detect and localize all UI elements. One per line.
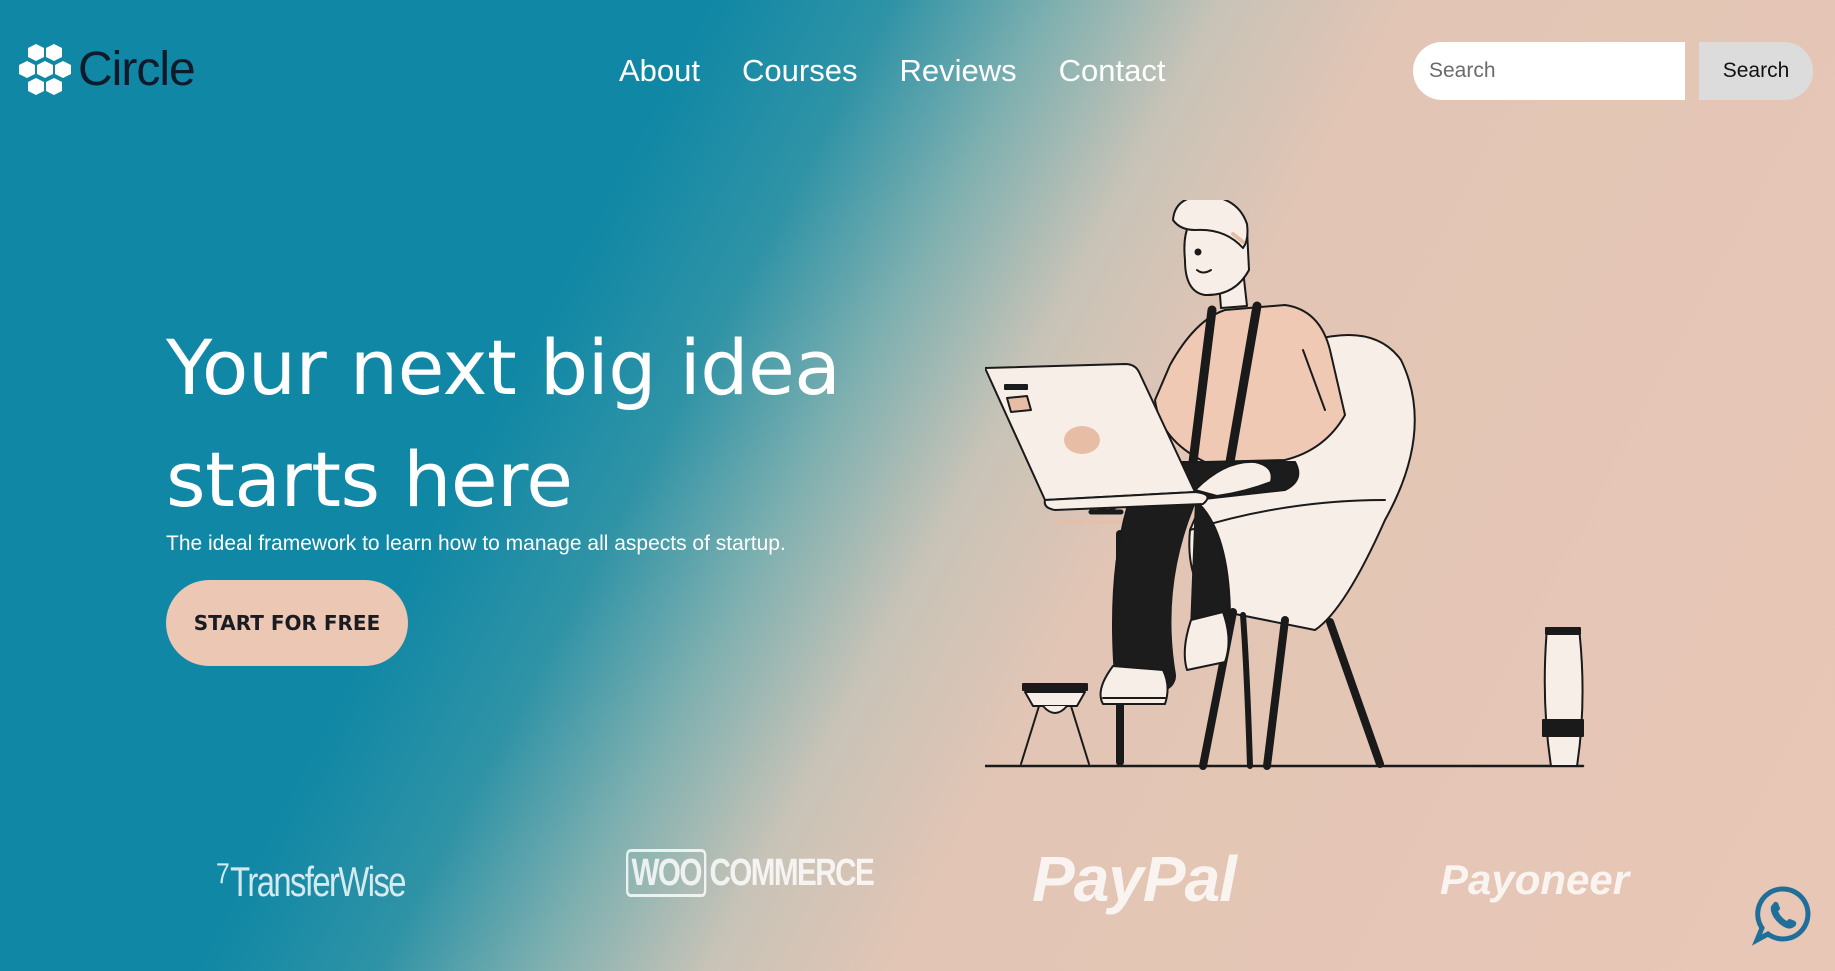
transferwise-flag-icon: ⁷: [216, 851, 230, 907]
site-header: Circle About Courses Reviews Contact Sea…: [0, 0, 1835, 140]
partner-logo-woocommerce: WOO COMMERCE: [626, 849, 875, 897]
hero-subtitle: The ideal framework to learn how to mana…: [166, 532, 786, 555]
partner-logo-paypal: PayPal: [1032, 843, 1237, 915]
nav-link-contact[interactable]: Contact: [1059, 52, 1166, 89]
nav-link-reviews[interactable]: Reviews: [899, 52, 1016, 89]
whatsapp-icon[interactable]: [1751, 884, 1813, 946]
nav-link-about[interactable]: About: [619, 52, 700, 89]
nav-link-courses[interactable]: Courses: [742, 52, 857, 89]
hexagon-cluster-icon: [19, 44, 71, 95]
start-for-free-button[interactable]: START FOR FREE: [166, 580, 408, 666]
partner-logo-transferwise: ⁷TransferWise: [216, 851, 407, 907]
brand-logo[interactable]: Circle: [18, 42, 196, 98]
main-nav: About Courses Reviews Contact: [619, 52, 1165, 89]
person-with-laptop-illustration: [985, 200, 1585, 770]
search-input[interactable]: [1413, 42, 1685, 100]
search-button[interactable]: Search: [1699, 42, 1813, 100]
partner-logo-payoneer: Payoneer: [1440, 856, 1630, 903]
hero-title: Your next big idea starts here: [166, 323, 841, 524]
brand-name: Circle: [78, 43, 196, 96]
